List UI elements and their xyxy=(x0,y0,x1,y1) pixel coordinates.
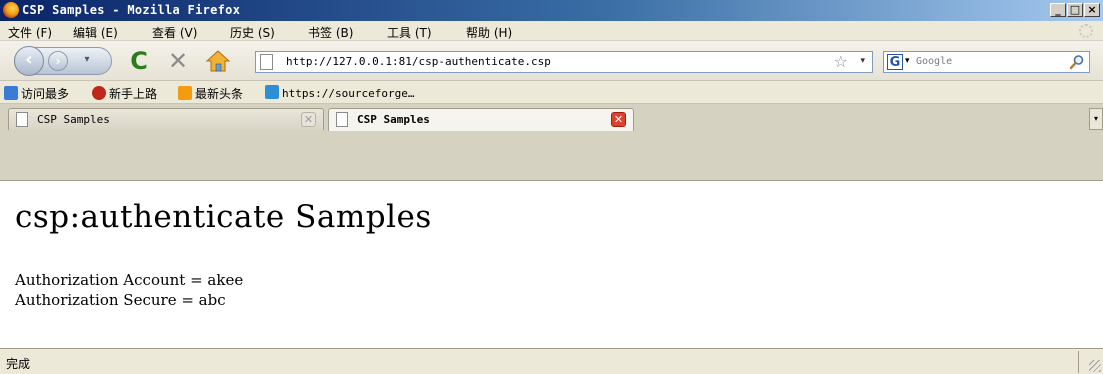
menu-tools[interactable]: 工具 (T) xyxy=(387,24,432,41)
bookmark-latest-headlines[interactable]: 最新头条 xyxy=(178,85,243,102)
reload-button[interactable]: C xyxy=(126,48,152,74)
url-dropdown-icon[interactable]: ▾ xyxy=(860,56,865,66)
status-bar: 完成 xyxy=(0,348,1103,374)
bookmark-getting-started[interactable]: 新手上路 xyxy=(92,85,157,102)
page-icon xyxy=(260,54,273,70)
tab-list-button[interactable]: ▾ xyxy=(1089,108,1103,130)
auth-account-line: Authorization Account = akee xyxy=(15,271,244,289)
tab-strip: CSP Samples ✕ CSP Samples ✕ ▾ xyxy=(0,104,1103,180)
menu-file[interactable]: 文件 (F) xyxy=(8,24,52,41)
page-content: csp:authenticate Samples Authorization A… xyxy=(0,180,1103,348)
page-title: csp:authenticate Samples xyxy=(15,199,432,235)
bookmark-most-visited[interactable]: 访问最多 xyxy=(4,85,69,102)
bookmarks-toolbar: 访问最多 新手上路 最新头条 https://sourceforge… xyxy=(0,81,1103,104)
menu-history[interactable]: 历史 (S) xyxy=(230,24,275,41)
navigation-toolbar: ‹ › ▾ C ✕ http://127.0.0.1:81/csp-authen… xyxy=(0,41,1103,81)
tab-csp-samples-1[interactable]: CSP Samples ✕ xyxy=(8,108,324,130)
close-button[interactable]: × xyxy=(1084,3,1100,17)
minimize-button[interactable]: _ xyxy=(1050,3,1066,17)
window-title-bar[interactable]: CSP Samples - Mozilla Firefox _ □ × xyxy=(0,0,1103,21)
menu-view[interactable]: 查看 (V) xyxy=(152,24,197,41)
menu-bar: 文件 (F) 编辑 (E) 查看 (V) 历史 (S) 书签 (B) 工具 (T… xyxy=(0,21,1103,41)
most-visited-icon xyxy=(4,86,18,100)
stop-button[interactable]: ✕ xyxy=(165,48,191,74)
status-text: 完成 xyxy=(6,357,31,371)
forward-icon: › xyxy=(55,54,61,68)
search-icon[interactable] xyxy=(1069,54,1085,70)
tab-label: CSP Samples xyxy=(37,113,110,126)
url-bar[interactable]: http://127.0.0.1:81/csp-authenticate.csp… xyxy=(255,51,873,73)
search-bar[interactable]: G ▾ Google xyxy=(883,51,1090,73)
window-title: CSP Samples - Mozilla Firefox xyxy=(22,3,241,17)
maximize-button[interactable]: □ xyxy=(1067,3,1083,17)
history-dropdown-button[interactable]: ▾ xyxy=(72,54,102,70)
back-button[interactable]: ‹ xyxy=(14,46,44,76)
tab-close-icon[interactable]: ✕ xyxy=(301,112,316,127)
home-icon xyxy=(205,50,231,72)
sourceforge-icon xyxy=(265,85,279,99)
rss-icon xyxy=(178,86,192,100)
tab-close-icon[interactable]: ✕ xyxy=(611,112,626,127)
menu-edit[interactable]: 编辑 (E) xyxy=(73,24,118,41)
auth-secure-line: Authorization Secure = abc xyxy=(15,291,226,309)
page-icon xyxy=(336,112,348,127)
status-divider xyxy=(1078,351,1079,373)
tab-label: CSP Samples xyxy=(357,113,430,126)
engine-dropdown-icon[interactable]: ▾ xyxy=(905,56,910,66)
throbber-icon xyxy=(1079,24,1093,38)
getting-started-icon xyxy=(92,86,106,100)
page-icon xyxy=(16,112,28,127)
google-engine-icon[interactable]: G xyxy=(887,54,903,70)
bookmark-sourceforge[interactable]: https://sourceforge… xyxy=(265,85,414,100)
reload-icon: C xyxy=(130,47,148,75)
menu-help[interactable]: 帮助 (H) xyxy=(466,24,512,41)
url-text[interactable]: http://127.0.0.1:81/csp-authenticate.csp xyxy=(286,55,551,68)
firefox-logo-icon xyxy=(3,2,19,18)
forward-button[interactable]: › xyxy=(48,51,68,71)
menu-bookmarks[interactable]: 书签 (B) xyxy=(308,24,353,41)
stop-icon: ✕ xyxy=(167,47,189,75)
chevron-down-icon: ▾ xyxy=(84,54,90,65)
search-placeholder[interactable]: Google xyxy=(916,56,952,67)
home-button[interactable] xyxy=(205,48,231,74)
star-icon[interactable]: ☆ xyxy=(834,52,848,71)
tab-csp-samples-2[interactable]: CSP Samples ✕ xyxy=(328,108,634,131)
resize-grip-icon[interactable] xyxy=(1089,360,1101,372)
back-icon: ‹ xyxy=(25,49,33,70)
